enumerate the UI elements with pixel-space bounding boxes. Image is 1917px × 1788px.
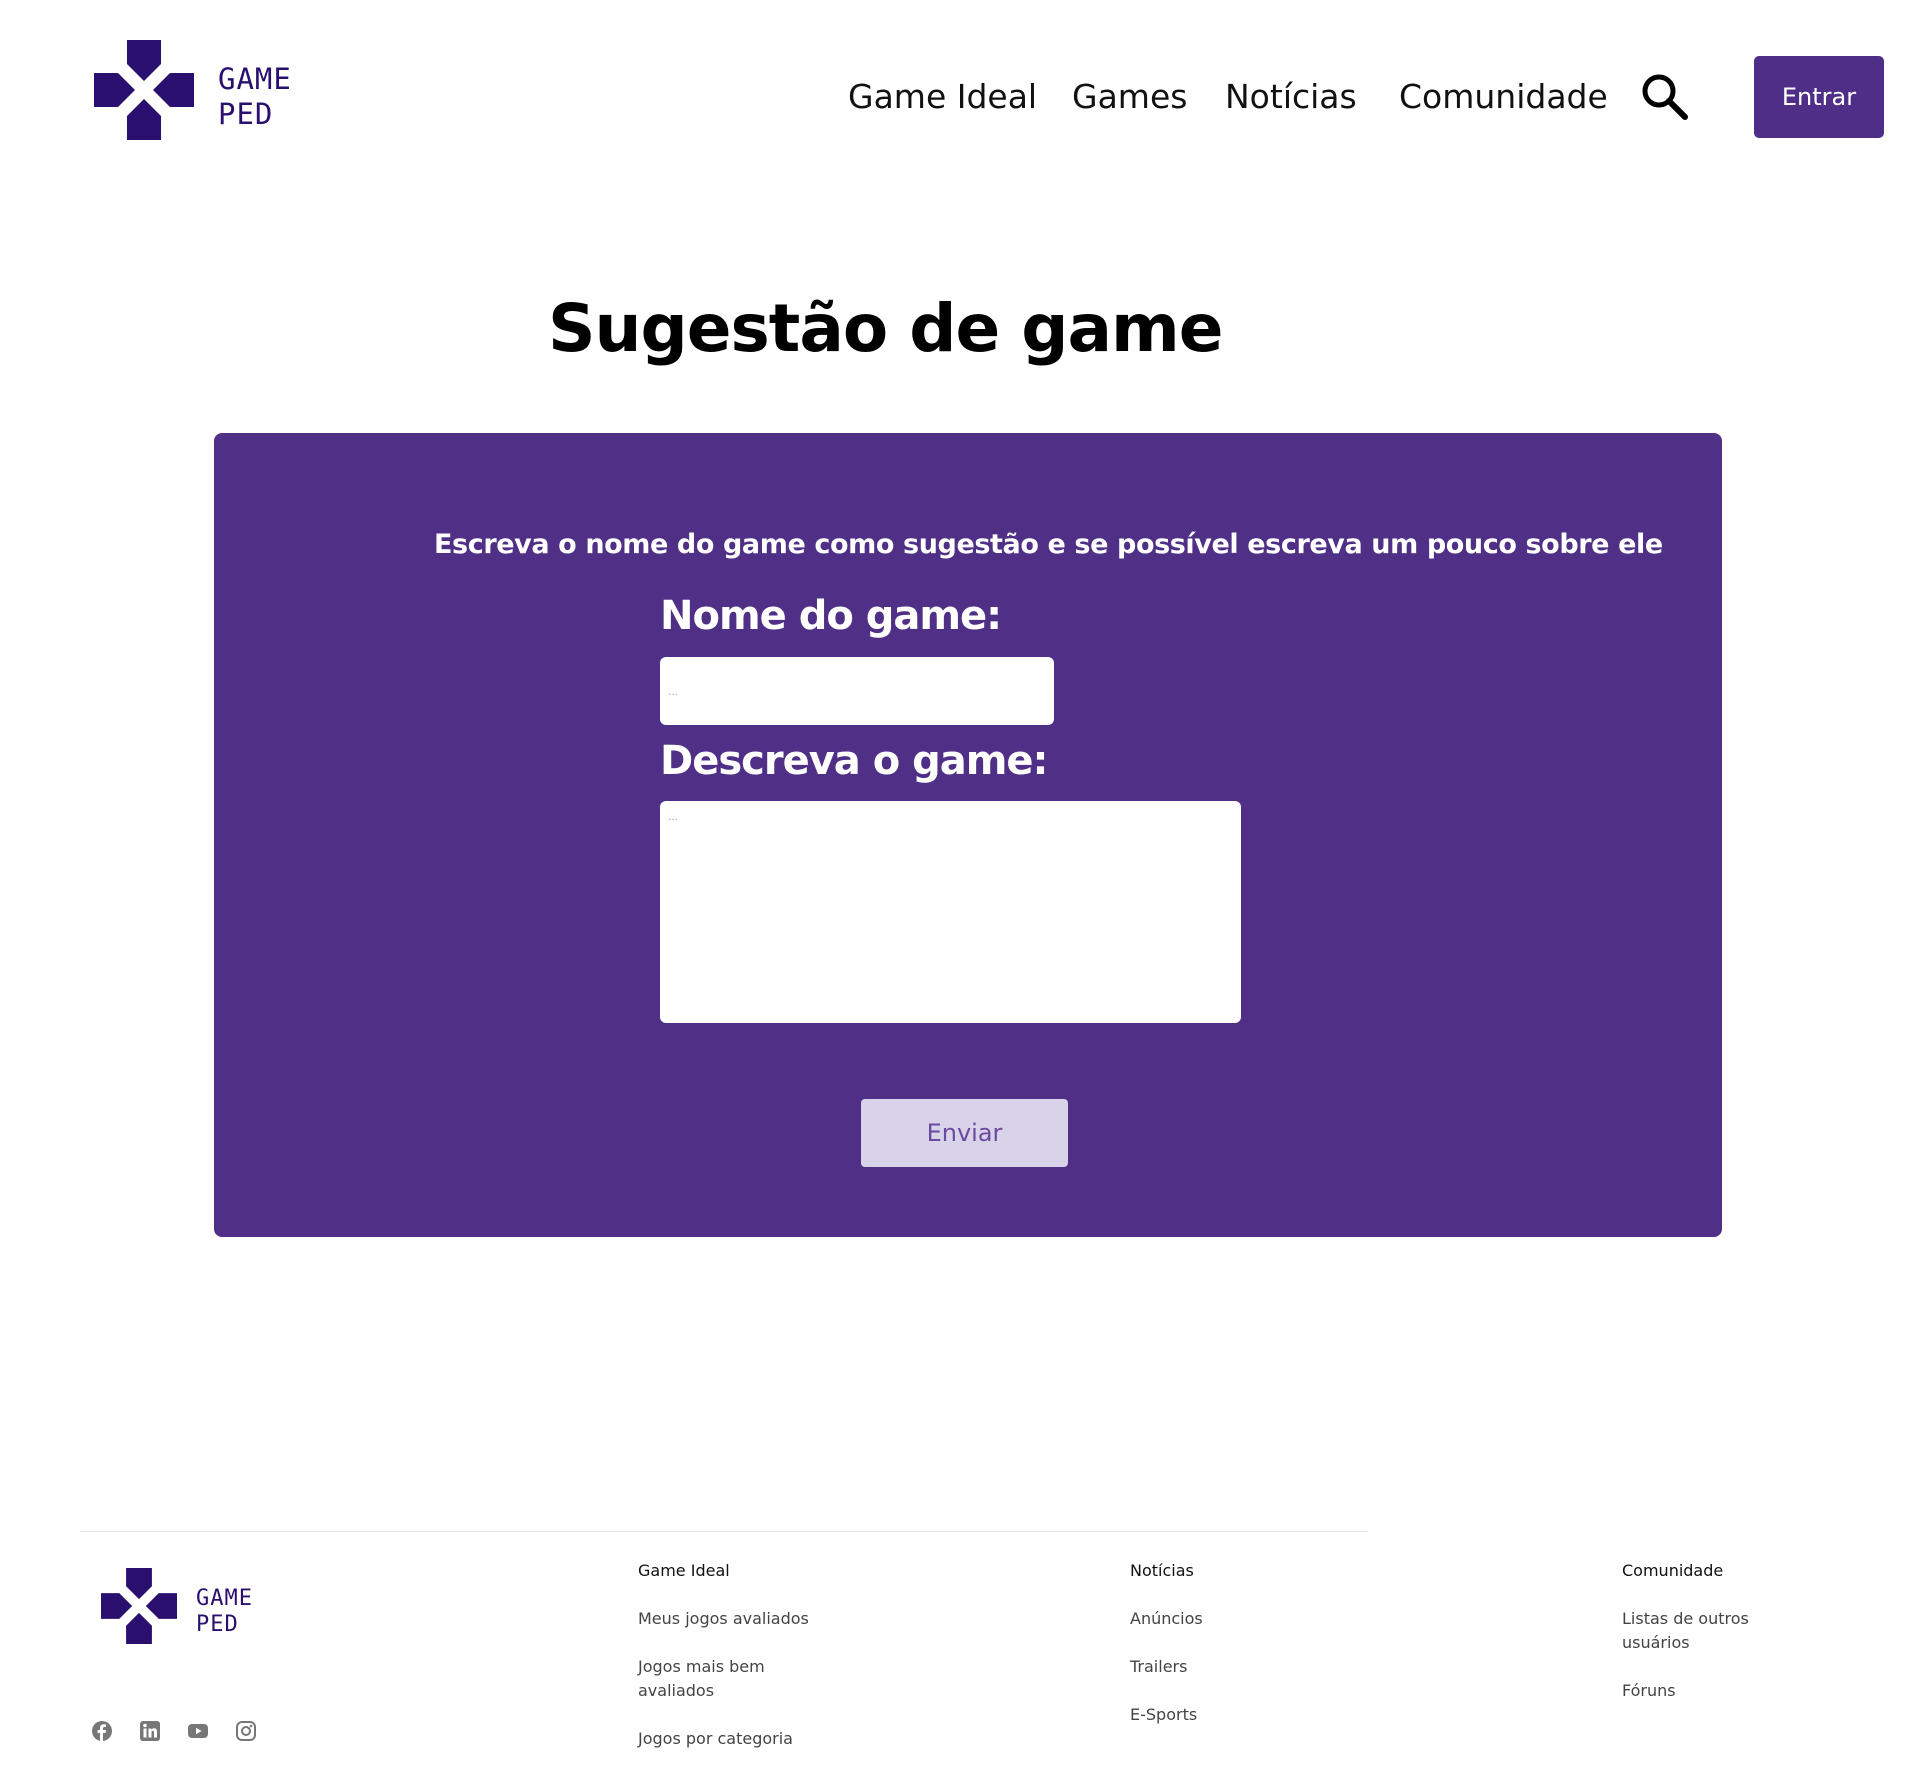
submit-button[interactable]: Enviar [861,1099,1068,1167]
facebook-link[interactable] [91,1720,113,1742]
linkedin-icon [140,1721,160,1741]
nav-game-ideal[interactable]: Game Ideal [848,77,1037,116]
footer-divider [80,1531,1368,1532]
logo-text-game: GAME [218,62,292,96]
footer-col-noticias-title: Notícias [1130,1561,1194,1580]
footer-col-comunidade-title: Comunidade [1622,1561,1724,1580]
footer-link-meus-jogos[interactable]: Meus jogos avaliados [638,1607,838,1631]
linkedin-link[interactable] [139,1720,161,1742]
instagram-icon [236,1721,256,1741]
game-description-textarea[interactable] [660,801,1241,1023]
logo-text-ped: PED [218,97,274,131]
search-button[interactable] [1640,72,1690,122]
game-name-label: Nome do game: [660,593,1002,639]
footer-link-trailers[interactable]: Trailers [1130,1655,1330,1679]
gamepad-cross-icon [94,40,194,140]
youtube-link[interactable] [187,1720,209,1742]
search-icon [1642,74,1688,120]
footer-logo-text-game: GAME [196,1586,253,1611]
footer-logo-text-ped: PED [196,1612,239,1637]
login-button[interactable]: Entrar [1754,56,1884,138]
form-intro-text: Escreva o nome do game como sugestão e s… [434,529,1663,560]
footer-col-game-ideal-title: Game Ideal [638,1561,730,1580]
game-name-input[interactable] [660,657,1054,725]
facebook-icon [92,1721,112,1741]
gamepad-cross-icon [101,1568,177,1644]
page-title: Sugestão de game [548,290,1224,367]
suggestion-form-card: Escreva o nome do game como sugestão e s… [214,433,1722,1237]
instagram-link[interactable] [235,1720,257,1742]
game-description-label: Descreva o game: [660,738,1049,784]
nav-games[interactable]: Games [1072,77,1187,116]
footer-logo-link[interactable]: GAME PED [101,1568,291,1646]
logo-link[interactable]: GAME PED [94,40,334,140]
footer-link-listas-outros-usuarios[interactable]: Listas de outros usuários [1622,1607,1762,1655]
nav-noticias[interactable]: Notícias [1225,77,1357,116]
footer-link-jogos-por-categoria[interactable]: Jogos por categoria [638,1727,838,1751]
nav-comunidade[interactable]: Comunidade [1399,77,1608,116]
footer-link-jogos-mais-bem-avaliados[interactable]: Jogos mais bem avaliados [638,1655,788,1703]
footer-link-foruns[interactable]: Fóruns [1622,1679,1822,1703]
footer-link-esports[interactable]: E-Sports [1130,1703,1330,1727]
footer-link-anuncios[interactable]: Anúncios [1130,1607,1330,1631]
youtube-icon [188,1724,208,1738]
